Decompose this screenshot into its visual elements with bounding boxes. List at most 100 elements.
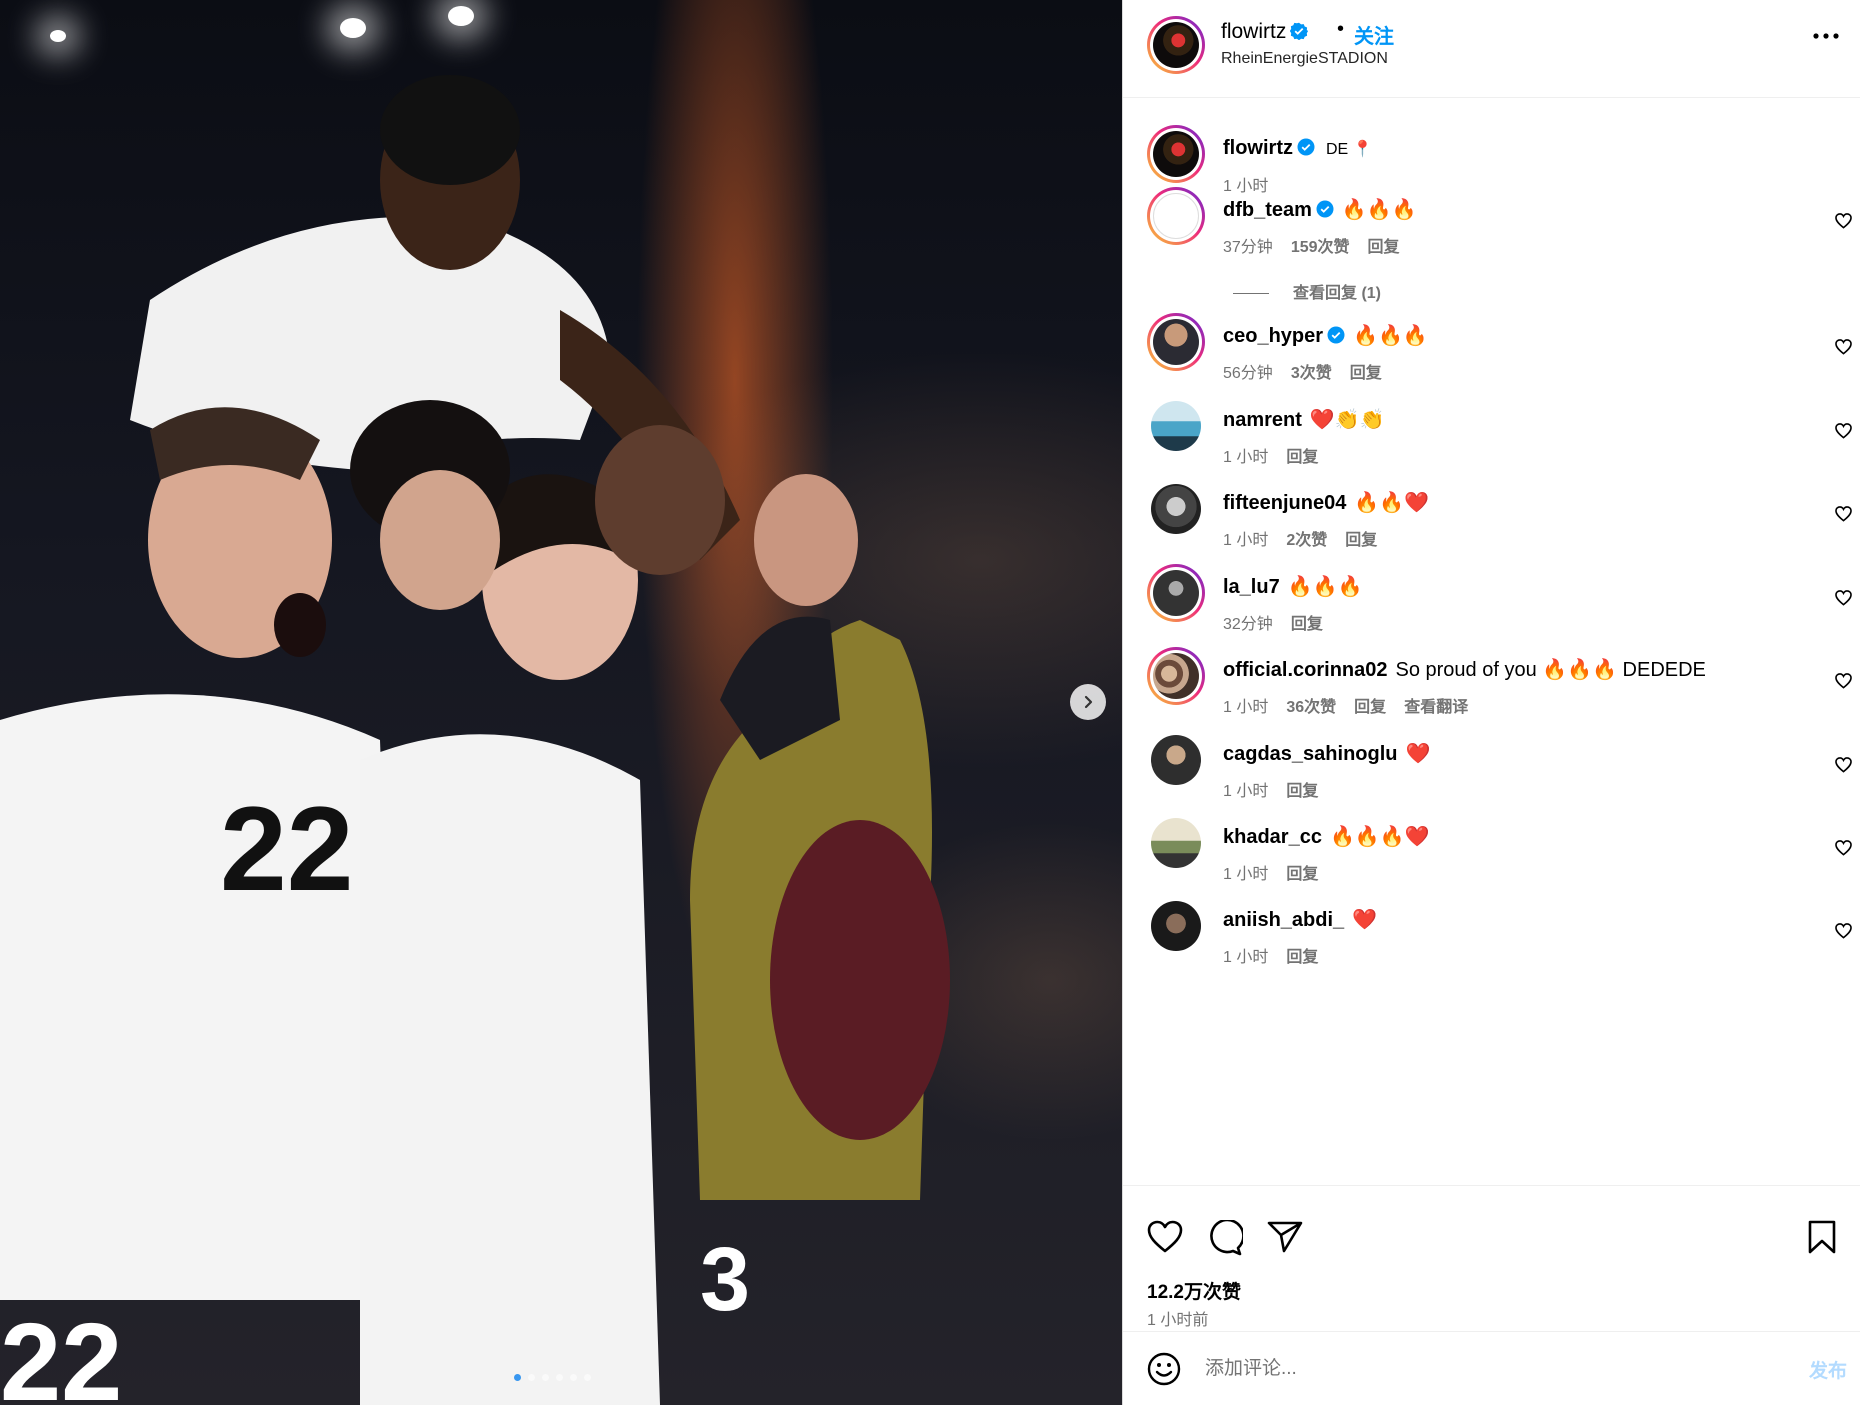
- comment-like-icon[interactable]: [1835, 506, 1852, 522]
- commenter-avatar[interactable]: [1151, 484, 1201, 534]
- post-side-panel: flowirtz • 关注 RheinEnergieSTADION flowir…: [1122, 0, 1860, 1405]
- more-horizontal-icon[interactable]: [1813, 32, 1839, 40]
- comment-icon[interactable]: [1207, 1220, 1243, 1256]
- header-separator: •: [1337, 18, 1345, 40]
- comment-like-icon[interactable]: [1835, 923, 1852, 939]
- comment-username[interactable]: aniish_abdi_ ❤️: [1223, 907, 1377, 932]
- commenter-avatar[interactable]: [1151, 401, 1201, 451]
- see-translation-button[interactable]: 查看翻译: [1404, 699, 1468, 716]
- comment-like-icon[interactable]: [1835, 590, 1852, 606]
- comment-username[interactable]: la_lu7 🔥🔥🔥: [1223, 574, 1362, 599]
- reply-button[interactable]: 回复: [1368, 239, 1400, 256]
- caption-time: 1 小时: [1223, 178, 1269, 195]
- add-comment-bar: 发布: [1123, 1331, 1860, 1405]
- caption-username[interactable]: flowirtz: [1223, 137, 1315, 160]
- emoji-icon[interactable]: [1147, 1352, 1181, 1386]
- verified-badge-icon: [1316, 200, 1334, 218]
- comment-like-icon[interactable]: [1835, 423, 1852, 439]
- carousel-dot: [556, 1374, 563, 1381]
- likes-count[interactable]: 12.2万次赞: [1147, 1277, 1241, 1304]
- carousel-indicator: [514, 1374, 591, 1381]
- comment-text: 🔥🔥🔥: [1287, 576, 1363, 598]
- svg-text:3: 3: [700, 1230, 750, 1330]
- caption-author-avatar[interactable]: [1147, 125, 1205, 183]
- comment-like-icon[interactable]: [1835, 673, 1852, 689]
- comment-like-icon[interactable]: [1835, 339, 1852, 355]
- comment-like-icon[interactable]: [1835, 757, 1852, 773]
- comment-time: 1 小时: [1223, 449, 1269, 466]
- celebrating-players-photo: 22 22 3: [0, 75, 950, 1405]
- reply-button[interactable]: 回复: [1286, 783, 1318, 800]
- carousel-dot: [570, 1374, 577, 1381]
- carousel-dot: [514, 1374, 521, 1381]
- commenter-avatar[interactable]: [1147, 647, 1205, 705]
- reply-button[interactable]: 回复: [1291, 616, 1323, 633]
- carousel-next-button[interactable]: [1070, 684, 1106, 720]
- comment-text: 🔥🔥❤️: [1354, 492, 1430, 514]
- comment-meta: 56分钟 3次赞 回复: [1223, 359, 1400, 383]
- reply-button[interactable]: 回复: [1286, 449, 1318, 466]
- view-replies-button[interactable]: 查看回复 (1): [1233, 279, 1381, 303]
- caption-text: DE 📍: [1326, 141, 1373, 158]
- post-media[interactable]: 22 22 3: [0, 0, 1122, 1405]
- comment-text: So proud of you 🔥🔥🔥 DEDEDE: [1395, 659, 1706, 681]
- verified-badge-icon: [1290, 22, 1309, 40]
- comment-username[interactable]: ceo_hyper 🔥🔥🔥: [1223, 323, 1428, 348]
- post-comment-button[interactable]: 发布: [1809, 1356, 1847, 1383]
- commenter-avatar[interactable]: [1147, 313, 1205, 371]
- author-avatar[interactable]: [1147, 16, 1205, 74]
- heart-icon[interactable]: [1147, 1220, 1183, 1254]
- comment-text: ❤️👏👏: [1309, 409, 1385, 431]
- reply-button[interactable]: 回复: [1354, 699, 1386, 716]
- comment-text: 🔥🔥🔥: [1341, 199, 1417, 221]
- bookmark-icon[interactable]: [1807, 1220, 1837, 1254]
- comments-list[interactable]: flowirtz DE 📍 1 小时 dfb_team 🔥🔥🔥 37分钟 159次赞回…: [1123, 99, 1860, 1185]
- comment-time: 1 小时: [1223, 866, 1269, 883]
- post-location[interactable]: RheinEnergieSTADION: [1221, 50, 1388, 68]
- send-icon[interactable]: [1267, 1220, 1303, 1254]
- replies-line: [1233, 293, 1269, 295]
- view-replies-label: 查看回复 (1): [1293, 285, 1382, 302]
- comment-meta: 1 小时 36次赞 回复 查看翻译: [1223, 693, 1486, 717]
- comment-username[interactable]: dfb_team 🔥🔥🔥: [1223, 197, 1417, 222]
- comment-like-icon[interactable]: [1835, 213, 1852, 229]
- reply-button[interactable]: 回复: [1286, 866, 1318, 883]
- comment-likes[interactable]: 36次赞: [1286, 699, 1336, 716]
- comment-username[interactable]: namrent ❤️👏👏: [1223, 407, 1385, 432]
- commenter-avatar[interactable]: [1151, 735, 1201, 785]
- comment-time: 37分钟: [1223, 239, 1273, 256]
- comment-text: 🔥🔥🔥: [1353, 325, 1428, 347]
- commenter-avatar[interactable]: [1147, 187, 1205, 245]
- comment-likes[interactable]: 2次赞: [1286, 532, 1327, 549]
- comment-input[interactable]: [1205, 1351, 1765, 1387]
- comment-likes[interactable]: 159次赞: [1291, 239, 1350, 256]
- comment-text: ❤️: [1352, 909, 1378, 931]
- comment-username[interactable]: cagdas_sahinoglu ❤️: [1223, 741, 1430, 766]
- carousel-dot: [528, 1374, 535, 1381]
- chevron-right-icon: [1084, 695, 1093, 709]
- comment-likes[interactable]: 3次赞: [1291, 365, 1332, 382]
- comment-time: 1 小时: [1223, 949, 1269, 966]
- follow-button[interactable]: 关注: [1354, 20, 1394, 49]
- comment-username[interactable]: official.corinna02 So proud of you 🔥🔥🔥 DE…: [1223, 657, 1706, 682]
- carousel-dot: [542, 1374, 549, 1381]
- commenter-avatar[interactable]: [1151, 818, 1201, 868]
- comment-username[interactable]: khadar_cc 🔥🔥🔥❤️: [1223, 824, 1430, 849]
- comment-time: 1 小时: [1223, 532, 1269, 549]
- comment-time: 56分钟: [1223, 365, 1273, 382]
- comment-meta: 1 小时 回复: [1223, 777, 1336, 801]
- reply-button[interactable]: 回复: [1286, 949, 1318, 966]
- svg-text:22: 22: [220, 782, 353, 916]
- comment-text: ❤️: [1405, 743, 1431, 765]
- verified-badge-icon: [1327, 326, 1345, 344]
- author-username[interactable]: flowirtz: [1221, 20, 1309, 44]
- comment-username[interactable]: fifteenjune04 🔥🔥❤️: [1223, 490, 1429, 515]
- commenter-avatar[interactable]: [1151, 901, 1201, 951]
- comment-meta: 1 小时 回复: [1223, 443, 1336, 467]
- verified-badge-icon: [1297, 138, 1315, 156]
- reply-button[interactable]: 回复: [1345, 532, 1377, 549]
- post-header: flowirtz • 关注 RheinEnergieSTADION: [1123, 0, 1860, 98]
- reply-button[interactable]: 回复: [1350, 365, 1382, 382]
- comment-like-icon[interactable]: [1835, 840, 1852, 856]
- commenter-avatar[interactable]: [1147, 564, 1205, 622]
